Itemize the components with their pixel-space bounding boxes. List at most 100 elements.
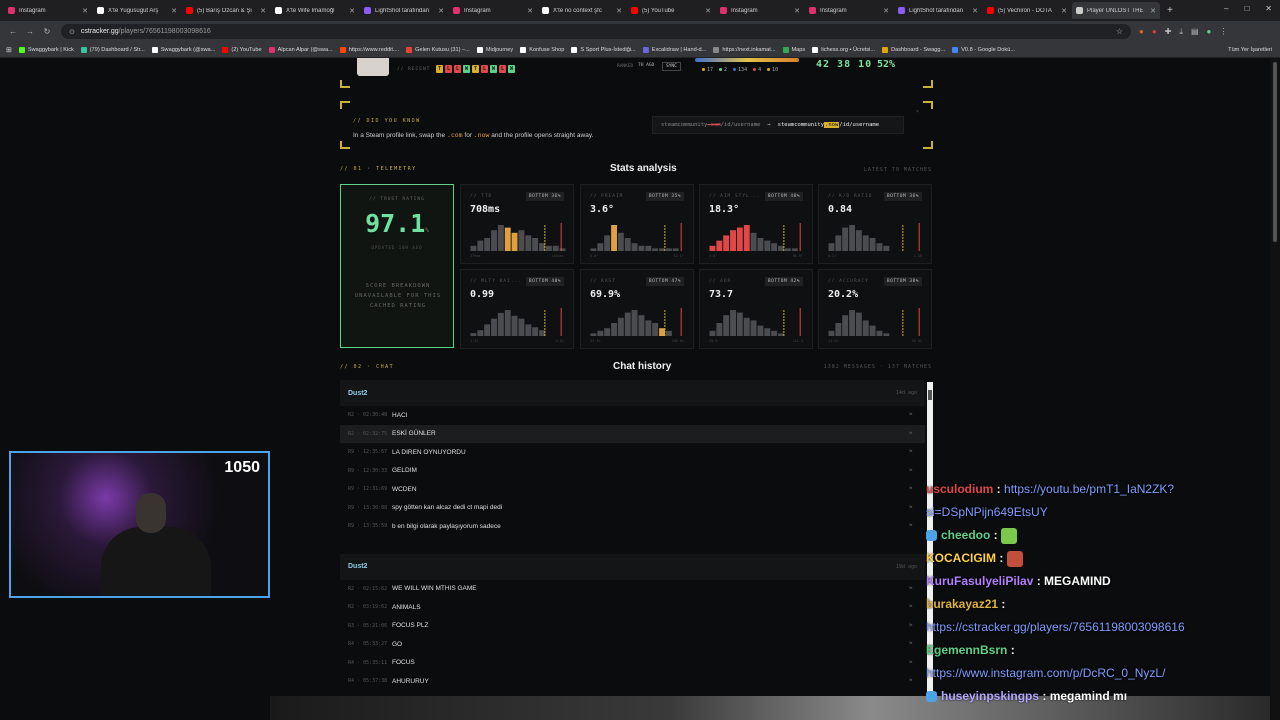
bookmark-item[interactable]: https://next.inkamat... <box>713 46 776 53</box>
flag-icon[interactable]: ⚑ <box>909 623 913 629</box>
chat-message-row[interactable]: R4 · 05:37:38 AHURURUY ⚑ <box>340 672 925 691</box>
bookmark-item[interactable]: Maps <box>782 46 805 53</box>
close-window-button[interactable]: ✕ <box>1265 4 1272 13</box>
chat-message-row[interactable]: R3 · 05:21:06 FOCUS PLZ ⚑ <box>340 617 925 636</box>
bookmark-star-icon[interactable]: ☆ <box>1116 27 1123 36</box>
chat-match-header[interactable]: Dust2 19d ago <box>340 553 925 580</box>
puzzle-icon[interactable]: ✚ <box>1165 27 1172 37</box>
bookmark-item[interactable]: Konfuse Shop <box>520 46 564 53</box>
tab-close-icon[interactable]: ✕ <box>972 7 978 15</box>
flag-icon[interactable]: ⚑ <box>909 449 913 455</box>
chat-message-row[interactable]: R9 · 13:30:88 spy götten kan alcaz dedi c… <box>340 499 925 518</box>
chat-message-row[interactable]: R9 · 12:35:67 LA DIREN OYNUYORDU ⚑ <box>340 443 925 462</box>
site-info-icon[interactable]: ⊙ <box>69 28 75 36</box>
tab-close-icon[interactable]: ✕ <box>1150 7 1156 15</box>
flag-icon[interactable]: ⚑ <box>909 678 913 684</box>
reload-icon[interactable]: ↻ <box>40 27 54 36</box>
bookmark-item[interactable]: Gelen Kutusu (31) –... <box>406 46 470 53</box>
download-icon[interactable]: ⤓ <box>1179 27 1183 37</box>
chat-message-row[interactable]: R4 · 05:35:11 FOCUS ⚑ <box>340 654 925 673</box>
avatar <box>357 58 389 76</box>
flag-icon[interactable]: ⚑ <box>909 586 913 592</box>
minimize-button[interactable]: – <box>1224 4 1228 13</box>
flag-icon[interactable]: ⚑ <box>909 660 913 666</box>
browser-tab[interactable]: X'te no context şfc ✕ <box>538 2 626 19</box>
tab-close-icon[interactable]: ✕ <box>82 7 88 15</box>
browser-tab[interactable]: (5) YouTube ✕ <box>627 2 715 19</box>
chat-message-row[interactable]: R2 · 02:32:75 ESKİ GÜNLER ⚑ <box>340 424 925 443</box>
bookmark-item[interactable]: (2) YouTube <box>222 46 262 53</box>
flag-icon[interactable]: ⚑ <box>909 641 913 647</box>
stream-chat-username: cheedoo <box>941 528 991 542</box>
tab-close-icon[interactable]: ✕ <box>438 7 444 15</box>
bookmark-item[interactable]: V0.8 - Google Dokü... <box>952 46 1015 53</box>
bookmark-item[interactable]: Midjourney <box>476 46 513 53</box>
tab-close-icon[interactable]: ✕ <box>883 7 889 15</box>
bookmark-item[interactable]: (79) Dashboard / Str... <box>80 46 145 53</box>
extension-icon[interactable]: ● <box>1152 27 1157 37</box>
histogram-bar <box>723 235 730 251</box>
chat-match-header[interactable]: Dust2 14d ago <box>340 380 925 406</box>
tab-close-icon[interactable]: ✕ <box>171 7 177 15</box>
chat-history-list[interactable]: Dust2 14d ago R2 · 02:30:48 HACI ⚑ R2 · 02:32… <box>340 380 933 720</box>
tab-close-icon[interactable]: ✕ <box>1061 7 1067 15</box>
bookmark-item[interactable]: Swaggybark | Kick <box>18 46 74 53</box>
close-icon[interactable]: × <box>916 109 919 115</box>
flag-icon[interactable]: ⚑ <box>909 412 913 418</box>
bookmark-item[interactable]: lichess.org • Ücretsi... <box>812 46 875 53</box>
tab-close-icon[interactable]: ✕ <box>794 7 800 15</box>
chat-message-row[interactable]: R2 · 02:30:48 HACI ⚑ <box>340 406 925 425</box>
forward-icon[interactable]: → <box>23 27 37 36</box>
browser-tab[interactable]: Instagram ✕ <box>805 2 893 19</box>
browser-tab[interactable]: LightShot tarafından ✕ <box>894 2 982 19</box>
chat-message-row[interactable]: R2 · 03:19:62 ANIMALS ⚑ <box>340 598 925 617</box>
flag-icon[interactable]: ⚑ <box>909 468 913 474</box>
sync-button[interactable]: SYNC <box>662 62 681 71</box>
browser-tab[interactable]: Instagram ✕ <box>716 2 804 19</box>
stream-chat-line: https://www.instagram.com/p/DcRC_0_NyzL/ <box>926 662 1280 685</box>
flag-icon[interactable]: ⚑ <box>909 505 913 511</box>
browser-tab[interactable]: (5) Vechiron - DOTA ✕ <box>983 2 1071 19</box>
all-bookmarks[interactable]: Tüm Yer İşaretleri <box>1228 47 1272 53</box>
bookmark-item[interactable]: Swaggybark (@swa... <box>151 46 215 53</box>
profile-avatar-icon[interactable]: ● <box>1207 27 1212 37</box>
flag-icon[interactable]: ⚑ <box>909 486 913 492</box>
tab-close-icon[interactable]: ✕ <box>349 7 355 15</box>
new-tab-button[interactable]: + <box>1167 5 1173 16</box>
bookmark-item[interactable]: Alpcan Alpar (@swa... <box>268 46 333 53</box>
tab-close-icon[interactable]: ✕ <box>527 7 533 15</box>
apps-icon[interactable]: ⊞ <box>6 46 12 54</box>
browser-tab[interactable]: (5) Barış Özcan & Şi ✕ <box>182 2 270 19</box>
bookmark-item[interactable]: Excalidraw | Hand-d... <box>642 46 706 53</box>
tab-close-icon[interactable]: ✕ <box>705 7 711 15</box>
bookmark-item[interactable]: S Sport Plus-İstediği... <box>571 46 636 53</box>
chat-message-row[interactable]: R2 · 02:15:62 WE WILL WIN MTHIS GAME ⚑ <box>340 580 925 599</box>
browser-tab[interactable]: LightShot tarafından ✕ <box>360 2 448 19</box>
back-icon[interactable]: ← <box>6 27 20 36</box>
chat-message-row[interactable]: R9 · 13:35:59 b en bilgi olarak paylaşıyo… <box>340 517 925 536</box>
bookmark-item[interactable]: Dashboard - Swagg... <box>882 46 945 53</box>
browser-tab[interactable]: X'te Yugusugut Arş ✕ <box>93 2 181 19</box>
maximize-button[interactable]: □ <box>1244 4 1249 13</box>
browser-tab[interactable]: Instagram ✕ <box>449 2 537 19</box>
tab-close-icon[interactable]: ✕ <box>260 7 266 15</box>
chat-message-row[interactable]: R4 · 05:33:27 GO ⚑ <box>340 635 925 654</box>
page-scroll-thumb[interactable] <box>1273 62 1277 242</box>
stat-histogram <box>470 308 562 336</box>
browser-tab[interactable]: X'te Wife İmamoğl ✕ <box>271 2 359 19</box>
stream-chat-separator: : <box>996 551 1007 565</box>
extension-icon[interactable]: ● <box>1139 27 1144 37</box>
browser-tab[interactable]: Player UNLOST THE ✕ <box>1072 2 1160 19</box>
chat-message-row[interactable]: R9 · 12:31:69 WCDEN ⚑ <box>340 480 925 499</box>
flag-icon[interactable]: ⚑ <box>909 523 913 529</box>
sidebar-icon[interactable]: ▤ <box>1191 27 1199 37</box>
address-bar[interactable]: ⊙ cstracker.gg/players/76561198003098616… <box>61 24 1131 39</box>
tab-close-icon[interactable]: ✕ <box>616 7 622 15</box>
chat-scroll-thumb[interactable] <box>928 390 932 400</box>
browser-tab[interactable]: Instagram ✕ <box>4 2 92 19</box>
flag-icon[interactable]: ⚑ <box>909 431 913 437</box>
bookmark-item[interactable]: https://www.reddit.... <box>339 46 399 53</box>
chat-message-row[interactable]: R9 · 12:30:33 GELDIM ⚑ <box>340 462 925 481</box>
flag-icon[interactable]: ⚑ <box>909 604 913 610</box>
menu-icon[interactable]: ⋮ <box>1219 27 1227 37</box>
